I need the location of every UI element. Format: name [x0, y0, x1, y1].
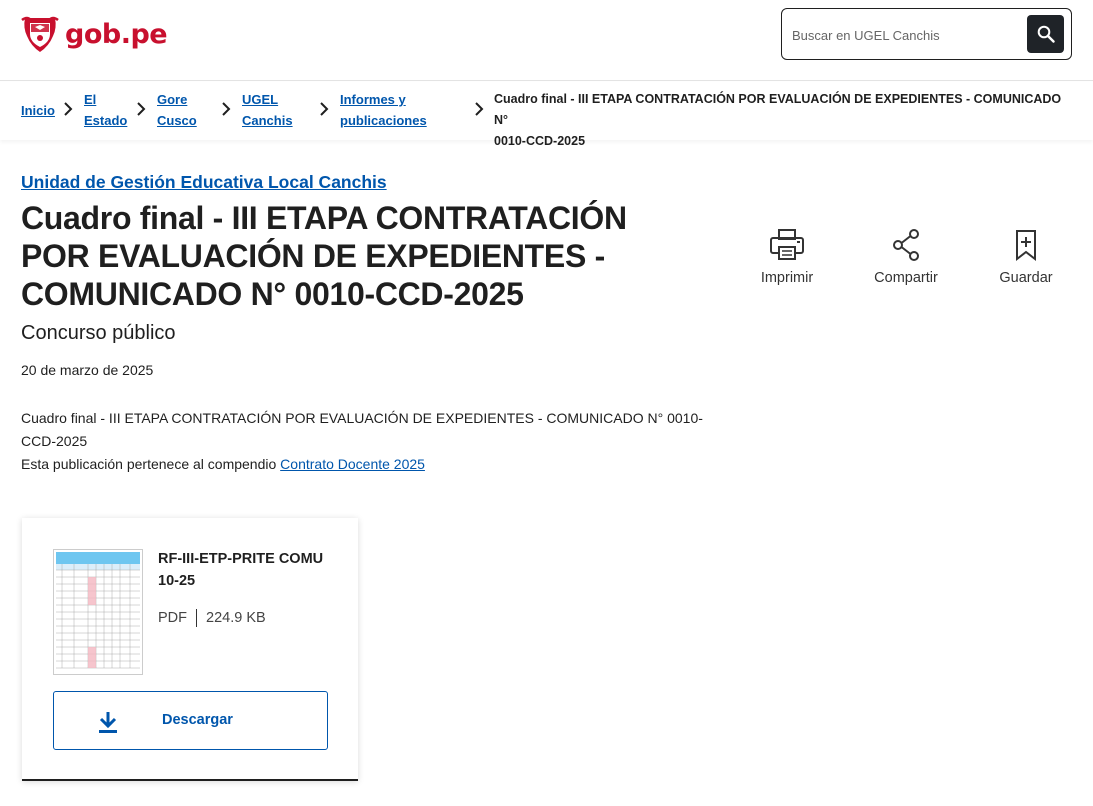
document-format: PDF: [158, 610, 187, 626]
breadcrumb: Inicio El Estado Gore Cusco UGEL Canchis In…: [0, 82, 1093, 148]
search-icon: [1037, 25, 1055, 43]
share-icon: [893, 229, 919, 261]
chevron-right-icon: [222, 102, 231, 116]
share-label: Compartir: [874, 270, 938, 286]
publication-date: 20 de marzo de 2025: [21, 362, 154, 378]
peru-coat-of-arms-icon: [21, 16, 59, 52]
search-button[interactable]: [1027, 15, 1064, 53]
download-label: Descargar: [162, 712, 233, 728]
share-button[interactable]: Compartir: [866, 228, 946, 286]
save-label: Guardar: [999, 270, 1053, 286]
document-meta: PDF 224.9 KB: [158, 609, 266, 627]
publication-description: Cuadro final - III ETAPA CONTRATACIÓN PO…: [21, 410, 703, 449]
logo-text: gob.pe: [65, 18, 168, 50]
download-icon: [99, 712, 117, 733]
print-label: Imprimir: [760, 270, 814, 286]
publication-type: Concurso público: [21, 322, 176, 344]
chevron-right-icon: [475, 102, 484, 116]
site-header: gob.pe: [0, 0, 1093, 81]
breadcrumb-item-ugel-canchis[interactable]: UGEL Canchis: [242, 89, 293, 131]
bookmark-icon: [1016, 230, 1036, 262]
chevron-right-icon: [64, 102, 73, 116]
breadcrumb-item-el-estado[interactable]: El Estado: [84, 89, 127, 131]
breadcrumb-item-gore-cusco[interactable]: Gore Cusco: [157, 89, 197, 131]
chevron-right-icon: [137, 102, 146, 116]
compendium-link[interactable]: Contrato Docente 2025: [280, 456, 425, 472]
print-button[interactable]: Imprimir: [747, 228, 827, 286]
chevron-right-icon: [320, 102, 329, 116]
document-preview-image: [54, 550, 142, 674]
meta-divider: [196, 609, 197, 627]
gobpe-logo[interactable]: gob.pe: [21, 14, 168, 54]
page-title: Cuadro final - III ETAPA CONTRATACIÓN PO…: [21, 200, 627, 312]
breadcrumb-current: Cuadro final - III ETAPA CONTRATACIÓN PO…: [494, 92, 1062, 148]
document-card: RF-III-ETP-PRITE COMU 10-25 PDF 224.9 KB …: [22, 518, 358, 781]
download-button[interactable]: Descargar: [53, 691, 328, 750]
document-name: RF-III-ETP-PRITE COMU 10-25: [158, 551, 324, 589]
print-icon: [770, 229, 804, 260]
agency-link[interactable]: Unidad de Gestión Educativa Local Canchi…: [21, 172, 387, 193]
search-input[interactable]: [792, 23, 1022, 47]
compendium-note: Esta publicación pertenece al compendio …: [21, 456, 425, 472]
search-box: [781, 8, 1072, 60]
document-size: 224.9 KB: [206, 610, 266, 626]
document-thumbnail[interactable]: [53, 549, 143, 675]
breadcrumb-item-informes[interactable]: Informes y publicaciones: [340, 89, 427, 131]
save-button[interactable]: Guardar: [986, 228, 1066, 286]
breadcrumb-item-inicio[interactable]: Inicio: [21, 100, 55, 121]
